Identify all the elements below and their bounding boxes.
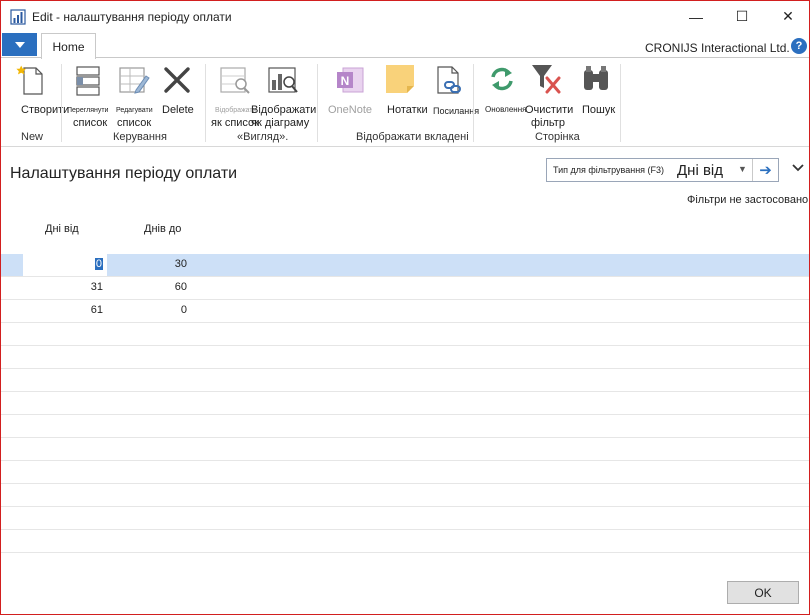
cell-days-from[interactable]: 0 (23, 258, 103, 270)
delete-button[interactable]: Delete (157, 62, 199, 120)
empty-row[interactable] (1, 507, 809, 530)
empty-row[interactable] (1, 461, 809, 484)
group-label-attachments: Відображати вкладені (356, 131, 469, 143)
window-title: Edit - налаштування періоду оплати (32, 10, 232, 24)
empty-row[interactable] (1, 438, 809, 461)
edit-list-button[interactable]: Редагувати список (113, 62, 155, 129)
clear-filter-button[interactable]: Очистити фільтр (523, 62, 574, 129)
ribbon-separator (61, 64, 62, 142)
cell-days-to[interactable]: 60 (107, 281, 187, 293)
page-title: Налаштування періоду оплати (10, 165, 238, 182)
apply-filter-button[interactable]: ➔ (752, 159, 778, 181)
filter-field-select[interactable]: Дні від (677, 162, 723, 179)
company-name: CRONIJS Interactional Ltd. (645, 41, 790, 55)
delete-label: Delete (162, 104, 194, 116)
close-button[interactable]: ✕ (765, 1, 809, 32)
file-menu-button[interactable] (2, 33, 37, 56)
close-icon: ✕ (782, 8, 794, 24)
onenote-icon: N (337, 67, 364, 93)
title-bar: Edit - налаштування періоду оплати — ☐ ✕ (1, 1, 809, 32)
group-label-new: New (21, 131, 44, 143)
minimize-icon: — (689, 8, 703, 25)
table-row[interactable]: 61 0 (1, 300, 809, 323)
ribbon-separator (317, 64, 318, 142)
ribbon-separator (620, 64, 621, 142)
show-as-chart-label-line1: Відображати (251, 104, 317, 116)
find-button[interactable]: Пошук (577, 62, 619, 120)
show-as-chart-button[interactable]: Відображати як діаграму (251, 62, 317, 129)
notes-icon (386, 65, 414, 93)
onenote-button[interactable]: N OneNote (323, 62, 379, 120)
edit-list-icon (119, 67, 150, 94)
show-as-list-icon (220, 67, 250, 94)
binoculars-icon (584, 66, 608, 90)
link-icon (437, 66, 461, 94)
show-as-chart-icon (268, 67, 298, 93)
ribbon-separator (205, 64, 206, 142)
cell-days-to[interactable]: 0 (107, 304, 187, 316)
ok-button[interactable]: OK (727, 581, 799, 604)
filters-status: Фільтри не застосовано (687, 194, 809, 206)
empty-row[interactable] (1, 323, 809, 346)
help-icon[interactable]: ? (791, 38, 807, 54)
view-list-label-line1: Переглянути (67, 107, 109, 114)
group-label-view: «Вигляд». (237, 131, 289, 143)
edit-list-label-line1: Редагувати (116, 107, 153, 114)
refresh-label: Оновлення (485, 105, 527, 114)
edit-list-label-line2: список (117, 117, 152, 129)
group-label-manage: Керування (113, 131, 167, 143)
main-window: Edit - налаштування періоду оплати — ☐ ✕… (0, 0, 810, 615)
create-label: Створити (21, 104, 70, 116)
cell-days-to[interactable]: 30 (107, 258, 187, 270)
refresh-button[interactable]: Оновлення (481, 62, 527, 120)
svg-text:N: N (341, 74, 350, 88)
expand-chevron-icon[interactable] (791, 161, 805, 175)
cell-days-from-value: 0 (94, 258, 103, 270)
show-as-list-button[interactable]: Відображати як список (209, 62, 259, 129)
arrow-right-icon: ➔ (759, 162, 772, 179)
table-row[interactable]: 0 30 (1, 254, 809, 277)
clear-filter-icon (532, 65, 561, 94)
view-list-icon (76, 66, 100, 96)
new-document-icon (16, 65, 43, 95)
empty-row[interactable] (1, 369, 809, 392)
empty-row[interactable] (1, 346, 809, 369)
find-label: Пошук (582, 104, 616, 116)
show-as-chart-label-line2: як діаграму (251, 117, 310, 129)
chevron-down-icon[interactable]: ▼ (738, 164, 747, 174)
cell-days-from[interactable]: 31 (23, 281, 103, 293)
filter-box[interactable]: Тип для фільтрування (F3) Дні від ▼ ➔ (546, 158, 779, 182)
column-header-days-from[interactable]: Дні від (45, 223, 79, 235)
data-grid: 0 30 31 60 61 0 (1, 254, 809, 553)
ribbon-separator (473, 64, 474, 142)
empty-row[interactable] (1, 484, 809, 507)
column-header-days-to[interactable]: Днів до (144, 223, 181, 235)
app-icon (10, 9, 26, 25)
ribbon: Створити New Переглянути список Редагува… (1, 57, 809, 147)
ribbon-tabs: Home CRONIJS Interactional Ltd. ? (1, 32, 809, 59)
view-list-button[interactable]: Переглянути список (65, 62, 111, 129)
notes-label: Нотатки (387, 104, 428, 116)
tab-home[interactable]: Home (41, 33, 96, 59)
group-label-page: Сторінка (535, 131, 580, 143)
view-list-label-line2: список (73, 117, 108, 129)
links-button[interactable]: Посилання (431, 62, 479, 120)
notes-button[interactable]: Нотатки (383, 62, 431, 120)
minimize-button[interactable]: — (673, 1, 719, 32)
empty-row[interactable] (1, 415, 809, 438)
maximize-icon: ☐ (735, 8, 749, 24)
onenote-label: OneNote (328, 104, 373, 116)
maximize-button[interactable]: ☐ (719, 1, 765, 32)
dropdown-arrow-icon (14, 41, 25, 48)
filter-hint: Тип для фільтрування (F3) (553, 165, 665, 175)
create-button[interactable]: Створити (13, 62, 69, 120)
clear-filter-label-line2: фільтр (531, 117, 565, 129)
empty-row[interactable] (1, 392, 809, 415)
delete-icon (164, 67, 190, 93)
table-row[interactable]: 31 60 (1, 277, 809, 300)
refresh-icon (491, 67, 513, 91)
cell-days-from[interactable]: 61 (23, 304, 103, 316)
clear-filter-label-line1: Очистити (525, 104, 574, 116)
empty-row[interactable] (1, 530, 809, 553)
